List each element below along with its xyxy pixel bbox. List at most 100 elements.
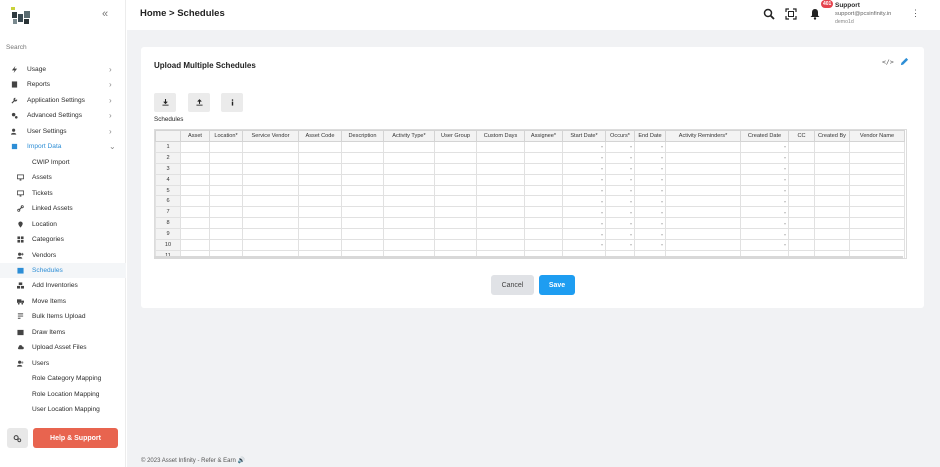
table-cell[interactable] — [665, 217, 741, 230]
sidebar-item-user-settings[interactable]: User Settings › — [0, 124, 126, 139]
table-cell[interactable]: ▾ — [605, 141, 635, 153]
table-cell[interactable] — [434, 239, 477, 251]
table-cell[interactable] — [849, 162, 905, 175]
table-cell[interactable] — [788, 217, 815, 230]
table-cell[interactable] — [524, 228, 563, 241]
table-cell[interactable] — [814, 184, 850, 197]
table-cell[interactable] — [242, 195, 299, 208]
table-cell[interactable] — [814, 141, 850, 153]
table-cell[interactable] — [814, 217, 850, 230]
table-cell[interactable]: ▾ — [562, 184, 606, 197]
table-cell[interactable] — [298, 184, 342, 197]
info-button[interactable] — [221, 93, 243, 112]
table-cell[interactable] — [476, 195, 525, 208]
table-cell[interactable] — [341, 228, 384, 241]
sidebar-item-schedules[interactable]: Schedules — [0, 263, 126, 278]
sidebar-item-tickets[interactable]: Tickets — [0, 186, 126, 201]
table-cell[interactable] — [383, 228, 435, 241]
table-cell[interactable]: ▾ — [634, 151, 666, 164]
table-cell[interactable]: ▾ — [562, 141, 606, 153]
table-cell[interactable] — [242, 184, 299, 197]
table-cell[interactable] — [849, 184, 905, 197]
table-cell[interactable] — [665, 173, 741, 186]
column-header[interactable]: CC — [788, 130, 815, 142]
column-header[interactable]: Created By — [814, 130, 850, 142]
table-cell[interactable]: ▾ — [740, 206, 789, 219]
table-cell[interactable] — [665, 206, 741, 219]
table-cell[interactable]: ▾ — [634, 173, 666, 186]
table-cell[interactable]: ▾ — [740, 173, 789, 186]
column-header[interactable]: Asset Code — [298, 130, 342, 142]
table-cell[interactable] — [476, 206, 525, 219]
table-cell[interactable] — [242, 206, 299, 219]
table-cell[interactable] — [476, 239, 525, 251]
table-cell[interactable] — [849, 217, 905, 230]
table-cell[interactable] — [814, 151, 850, 164]
table-cell[interactable] — [476, 217, 525, 230]
table-cell[interactable] — [383, 217, 435, 230]
table-cell[interactable]: ▾ — [740, 228, 789, 241]
column-header[interactable]: End Date — [634, 130, 666, 142]
table-cell[interactable] — [476, 173, 525, 186]
table-cell[interactable] — [383, 151, 435, 164]
column-header[interactable]: Assignee* — [524, 130, 563, 142]
table-cell[interactable] — [788, 239, 815, 251]
table-cell[interactable] — [849, 206, 905, 219]
table-cell[interactable] — [524, 173, 563, 186]
table-cell[interactable] — [665, 228, 741, 241]
table-cell[interactable] — [434, 228, 477, 241]
sidebar-item-role-category-mapping[interactable]: Role Category Mapping — [0, 371, 126, 386]
table-cell[interactable] — [434, 141, 477, 153]
sidebar-item-upload-asset-files[interactable]: Upload Asset Files — [0, 340, 126, 355]
column-header[interactable]: User Group — [434, 130, 477, 142]
table-cell[interactable] — [524, 151, 563, 164]
table-cell[interactable] — [788, 162, 815, 175]
table-cell[interactable]: ▾ — [562, 217, 606, 230]
table-cell[interactable] — [788, 141, 815, 153]
table-cell[interactable] — [298, 206, 342, 219]
table-cell[interactable] — [209, 217, 243, 230]
table-cell[interactable]: ▾ — [562, 173, 606, 186]
table-cell[interactable] — [242, 141, 299, 153]
table-cell[interactable]: ▾ — [605, 151, 635, 164]
table-cell[interactable] — [180, 162, 210, 175]
bell-icon[interactable] — [809, 8, 821, 20]
table-cell[interactable]: ▾ — [562, 151, 606, 164]
table-cell[interactable] — [788, 195, 815, 208]
table-cell[interactable] — [524, 184, 563, 197]
column-header[interactable]: Vendor Name — [849, 130, 905, 142]
sidebar-item-advanced-settings[interactable]: Advanced Settings › — [0, 108, 126, 123]
table-cell[interactable] — [180, 141, 210, 153]
table-cell[interactable] — [814, 206, 850, 219]
table-cell[interactable] — [341, 184, 384, 197]
table-cell[interactable] — [434, 173, 477, 186]
table-cell[interactable] — [849, 141, 905, 153]
sidebar-search-input[interactable] — [6, 41, 116, 53]
column-header[interactable]: Asset — [180, 130, 210, 142]
table-cell[interactable] — [814, 195, 850, 208]
table-cell[interactable] — [298, 162, 342, 175]
sidebar-item-linked-assets[interactable]: Linked Assets — [0, 201, 126, 216]
table-cell[interactable] — [476, 151, 525, 164]
table-cell[interactable] — [242, 162, 299, 175]
table-cell[interactable] — [341, 206, 384, 219]
sidebar-item-cwip-import[interactable]: CWIP Import — [0, 155, 126, 170]
table-cell[interactable] — [849, 195, 905, 208]
scan-icon[interactable] — [785, 8, 797, 20]
user-name[interactable]: Support — [835, 2, 860, 9]
download-template-button[interactable] — [154, 93, 176, 112]
table-cell[interactable] — [524, 162, 563, 175]
table-cell[interactable] — [434, 217, 477, 230]
table-cell[interactable] — [524, 239, 563, 251]
table-cell[interactable]: ▾ — [605, 206, 635, 219]
table-cell[interactable] — [665, 151, 741, 164]
table-cell[interactable] — [524, 195, 563, 208]
table-cell[interactable] — [180, 206, 210, 219]
table-cell[interactable] — [383, 239, 435, 251]
code-view-icon[interactable]: </> — [882, 58, 894, 66]
table-cell[interactable] — [180, 184, 210, 197]
table-cell[interactable] — [341, 239, 384, 251]
table-cell[interactable] — [180, 151, 210, 164]
table-cell[interactable] — [298, 151, 342, 164]
table-cell[interactable] — [180, 228, 210, 241]
